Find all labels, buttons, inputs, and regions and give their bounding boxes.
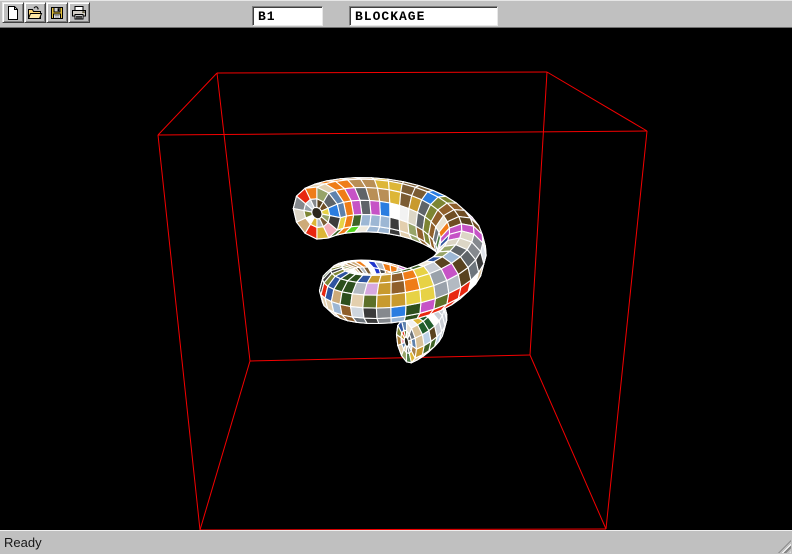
save-floppy-icon: [51, 6, 63, 19]
printer-icon: [72, 5, 86, 19]
print-button[interactable]: [68, 2, 90, 23]
new-document-icon: [8, 5, 18, 20]
blockage-spiral-object: [292, 177, 487, 364]
block-name-input[interactable]: [349, 6, 498, 26]
toolbar: [0, 0, 792, 28]
new-button[interactable]: [2, 2, 24, 23]
save-button[interactable]: [46, 2, 68, 23]
block-id-input[interactable]: [252, 6, 323, 26]
open-button[interactable]: [24, 2, 46, 23]
application-window: Ready: [0, 0, 792, 554]
open-folder-icon: [27, 5, 43, 19]
status-bar: Ready: [0, 530, 792, 554]
status-text: Ready: [4, 535, 42, 550]
toolbar-button-group: [2, 2, 90, 23]
viewport-3d[interactable]: [0, 28, 792, 530]
resize-grip[interactable]: [778, 540, 791, 553]
